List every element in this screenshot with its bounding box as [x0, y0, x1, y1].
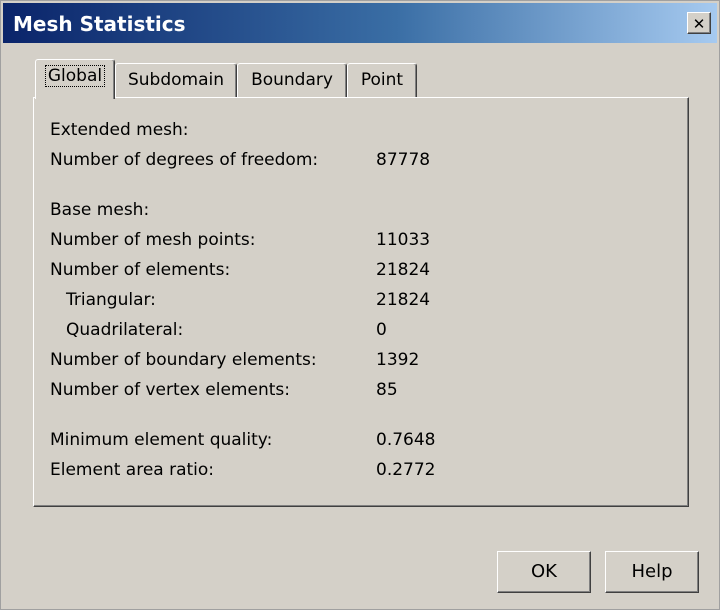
stat-label: Number of degrees of freedom: — [50, 150, 319, 170]
stat-row-min-quality: Minimum element quality: 0.7648 — [50, 428, 670, 452]
stat-label: Number of mesh points: — [50, 230, 256, 250]
stat-label: Number of vertex elements: — [50, 380, 290, 400]
stat-label: Number of elements: — [50, 260, 231, 280]
help-button[interactable]: Help — [605, 551, 699, 593]
title-bar[interactable]: Mesh Statistics ✕ — [3, 3, 717, 43]
stat-value: 1392 — [376, 350, 420, 370]
tab-global[interactable]: Global — [35, 59, 115, 99]
tab-global-label: Global — [44, 65, 106, 87]
base-mesh-heading: Base mesh: — [50, 200, 150, 220]
tab-subdomain[interactable]: Subdomain — [115, 63, 237, 97]
stat-value: 11033 — [376, 230, 431, 250]
close-icon: ✕ — [692, 15, 706, 33]
close-button[interactable]: ✕ — [687, 12, 711, 34]
stat-label: Minimum element quality: — [50, 430, 273, 450]
stat-row-triangular: Triangular: 21824 — [50, 288, 670, 312]
stat-row-mesh-points: Number of mesh points: 11033 — [50, 228, 670, 252]
stat-value: 0.7648 — [376, 430, 436, 450]
tab-point[interactable]: Point — [347, 63, 417, 97]
stat-value: 0 — [376, 320, 387, 340]
tab-boundary[interactable]: Boundary — [237, 63, 347, 97]
stat-row-boundary-elements: Number of boundary elements: 1392 — [50, 348, 670, 372]
global-stats-panel: Extended mesh: Number of degrees of free… — [33, 97, 689, 507]
dialog-title: Mesh Statistics — [13, 12, 186, 36]
tab-subdomain-label: Subdomain — [127, 70, 225, 90]
stat-label: Quadrilateral: — [66, 320, 184, 340]
stat-value: 0.2772 — [376, 460, 436, 480]
stat-value: 21824 — [376, 260, 431, 280]
stat-row-dof: Number of degrees of freedom: 87778 — [50, 148, 670, 172]
extended-mesh-heading: Extended mesh: — [50, 120, 189, 140]
stat-value: 87778 — [376, 150, 431, 170]
stat-row-quadrilateral: Quadrilateral: 0 — [50, 318, 670, 342]
stat-row-area-ratio: Element area ratio: 0.2772 — [50, 458, 670, 482]
stat-label: Triangular: — [66, 290, 156, 310]
tab-boundary-label: Boundary — [251, 70, 333, 90]
stat-row-vertex-elements: Number of vertex elements: 85 — [50, 378, 670, 402]
ok-button[interactable]: OK — [497, 551, 591, 593]
stat-value: 85 — [376, 380, 398, 400]
stat-row-elements: Number of elements: 21824 — [50, 258, 670, 282]
stat-label: Number of boundary elements: — [50, 350, 317, 370]
mesh-statistics-dialog: Mesh Statistics ✕ Global Subdomain Bound… — [0, 0, 720, 610]
stat-label: Element area ratio: — [50, 460, 215, 480]
stat-value: 21824 — [376, 290, 431, 310]
tab-point-label: Point — [360, 70, 404, 90]
